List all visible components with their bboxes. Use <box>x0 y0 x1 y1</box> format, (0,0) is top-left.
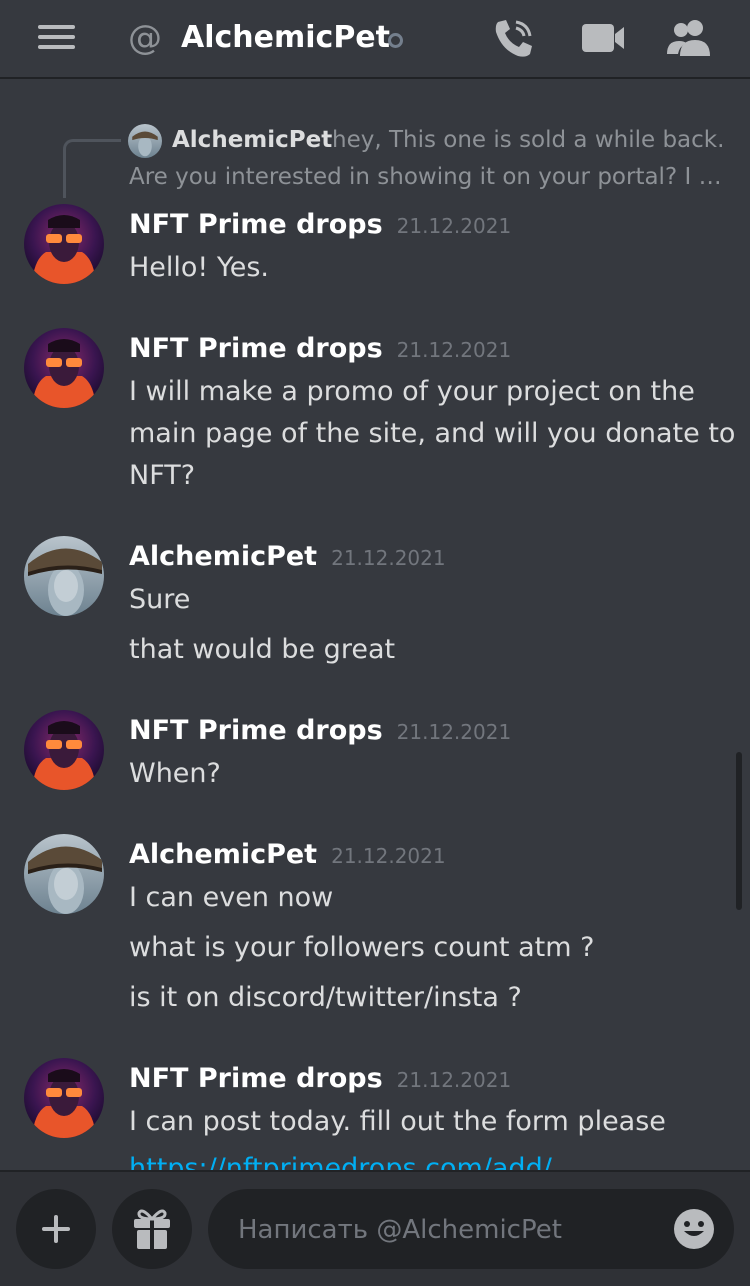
reply-connector <box>63 139 121 198</box>
avatar-alchemicpet[interactable] <box>24 834 104 914</box>
scrollbar[interactable] <box>736 752 742 910</box>
avatar-nft-prime-drops[interactable] <box>24 710 104 790</box>
message-timestamp: 21.12.2021 <box>396 720 512 744</box>
channel-header: @ AlchemicPet <box>0 0 750 79</box>
message-text[interactable]: is it on discord/twitter/insta ? <box>129 977 522 1019</box>
message-text[interactable]: Sure <box>129 579 190 621</box>
gift-button[interactable] <box>112 1189 192 1269</box>
message-text[interactable]: I can even now <box>129 877 333 919</box>
avatar-alchemicpet[interactable] <box>24 536 104 616</box>
avatar-nft-prime-drops[interactable] <box>24 1058 104 1138</box>
message-author[interactable]: AlchemicPet 21.12.2021 <box>129 835 446 876</box>
message-timestamp: 21.12.2021 <box>331 844 446 868</box>
message-text[interactable]: NFT? <box>129 455 195 497</box>
message-text[interactable]: main page of the site, and will you dona… <box>129 413 735 455</box>
phone-call-icon[interactable] <box>490 16 538 60</box>
message-text[interactable]: I will make a promo of your project on t… <box>129 371 695 413</box>
message-author[interactable]: AlchemicPet 21.12.2021 <box>129 537 446 578</box>
message-text[interactable]: When? <box>129 753 221 795</box>
plus-icon <box>42 1215 70 1243</box>
message-text[interactable]: I can post today. fill out the form plea… <box>129 1101 666 1143</box>
reply-text[interactable]: hey, This one is sold a while back. <box>332 122 724 158</box>
offline-status-icon <box>388 33 403 48</box>
dm-recipient-title[interactable]: AlchemicPet <box>181 16 390 60</box>
message: NFT Prime drops 21.12.2021 I can post tod… <box>0 1058 750 1170</box>
at-symbol-icon: @ <box>128 18 162 58</box>
reply-text-continued[interactable]: Are you interested in showing it on your… <box>129 159 725 195</box>
members-icon[interactable] <box>664 16 712 60</box>
message-author[interactable]: NFT Prime drops 21.12.2021 <box>129 1059 511 1100</box>
hamburger-menu-icon[interactable] <box>38 25 75 49</box>
avatar-nft-prime-drops[interactable] <box>24 328 104 408</box>
message-author[interactable]: NFT Prime drops 21.12.2021 <box>129 205 511 246</box>
reply-avatar <box>128 124 162 158</box>
gift-icon <box>134 1209 170 1249</box>
message-text[interactable]: what is your followers count atm ? <box>129 927 594 969</box>
message-text[interactable]: Hello! Yes. <box>129 247 269 289</box>
message-text[interactable]: that would be great <box>129 629 395 671</box>
message-author[interactable]: NFT Prime drops 21.12.2021 <box>129 711 511 752</box>
message-timestamp: 21.12.2021 <box>396 1068 512 1092</box>
emoji-icon[interactable] <box>672 1207 716 1251</box>
add-attachment-button[interactable] <box>16 1189 96 1269</box>
message-author[interactable]: NFT Prime drops 21.12.2021 <box>129 329 511 370</box>
message-input[interactable] <box>236 1209 660 1251</box>
avatar-nft-prime-drops[interactable] <box>24 204 104 284</box>
reply-author[interactable]: AlchemicPet <box>172 122 332 158</box>
message-timestamp: 21.12.2021 <box>396 214 512 238</box>
message-timestamp: 21.12.2021 <box>331 546 446 570</box>
message-input-field[interactable] <box>208 1189 734 1269</box>
message-timestamp: 21.12.2021 <box>396 338 512 362</box>
video-camera-icon[interactable] <box>580 16 628 60</box>
message-link[interactable]: https://nftprimedrops.com/add/ <box>129 1148 552 1170</box>
